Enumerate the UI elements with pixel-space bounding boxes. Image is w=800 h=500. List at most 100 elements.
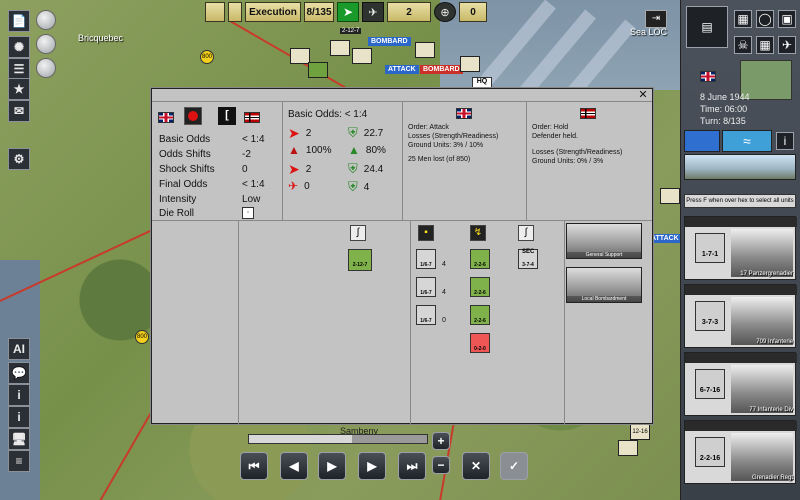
divider bbox=[152, 220, 652, 221]
unit-counter[interactable] bbox=[290, 48, 310, 64]
play-button[interactable]: ▶ bbox=[318, 452, 346, 480]
step-back-button[interactable]: ◀ bbox=[280, 452, 308, 480]
star-icon[interactable]: ★ bbox=[8, 78, 30, 100]
unit-card[interactable]: 2-2-16 Grenadier Regt bbox=[684, 420, 797, 484]
sliders-icon[interactable]: ≡ bbox=[8, 450, 30, 472]
unit-counter[interactable] bbox=[460, 56, 480, 72]
report-icon[interactable]: 💬 bbox=[8, 362, 30, 384]
shield-icon: ⛨ bbox=[348, 179, 358, 194]
envelope-icon[interactable]: ✉ bbox=[8, 100, 30, 122]
defender-unit-counter[interactable]: 1/6-7 bbox=[416, 277, 436, 297]
attack-value: 2 bbox=[305, 128, 312, 139]
zoom-plus-button[interactable]: + bbox=[432, 432, 450, 450]
men-lost: 25 Men lost (of 850) bbox=[408, 156, 471, 163]
mode-icon[interactable]: ✺ bbox=[8, 36, 30, 58]
menu-icon[interactable]: ☰ bbox=[8, 58, 30, 80]
defender-unit-counter[interactable]: 2-2-6 bbox=[470, 249, 490, 269]
unit-counter[interactable] bbox=[352, 48, 372, 64]
date-label: 8 June 1944 bbox=[700, 92, 750, 102]
bombard-tag: BOMBARD bbox=[368, 37, 411, 46]
grid-icon[interactable]: ▦ bbox=[734, 10, 752, 28]
info-icon[interactable]: i bbox=[776, 132, 794, 150]
close-icon[interactable]: ✕ bbox=[638, 90, 648, 101]
photo-caption: Local Bombardment bbox=[567, 296, 641, 302]
circle-icon[interactable]: ◯ bbox=[756, 10, 774, 28]
skip-to-start-button[interactable]: ⏮ bbox=[240, 452, 268, 480]
attacker-unit-counter[interactable]: 2-12-7 bbox=[348, 249, 372, 271]
unit-counter[interactable] bbox=[618, 440, 638, 456]
attack-value: 2 bbox=[305, 164, 312, 175]
defender-unit-counter[interactable]: 0-2-0 bbox=[470, 333, 490, 353]
info-alt-icon[interactable]: i bbox=[8, 406, 30, 428]
unit-counter[interactable] bbox=[330, 40, 350, 56]
aircraft-icon[interactable]: ✈ bbox=[362, 2, 384, 22]
unit-strength: 6-7-16 bbox=[695, 369, 725, 399]
skip-to-end-button[interactable]: ⏭ bbox=[398, 452, 426, 480]
support-photo[interactable]: General Support bbox=[566, 223, 642, 259]
unit-counter[interactable]: 12-16 bbox=[630, 424, 650, 440]
defender-unit-counter[interactable]: 1/6-7 bbox=[416, 305, 436, 325]
unit-strength: 3-7-3 bbox=[695, 301, 725, 331]
unit-name: Grenadier Regt bbox=[751, 475, 793, 481]
divider bbox=[410, 220, 411, 424]
unit-counter[interactable] bbox=[660, 188, 680, 204]
confirm-button[interactable]: ✓ bbox=[500, 452, 528, 480]
next-phase-button[interactable]: ➤ bbox=[337, 2, 359, 22]
supply-icon[interactable]: ▦ bbox=[756, 36, 774, 54]
step-forward-button[interactable]: ▶ bbox=[358, 452, 386, 480]
attacker-ground-units: Ground Units: 3% / 10% bbox=[408, 142, 484, 149]
attack-shock-row: ➤ 2 bbox=[288, 161, 311, 178]
defender-unit-counter[interactable]: 1/6-7 bbox=[416, 249, 436, 269]
combat-results-dialog: ✕ [ Basic Odds < 1:4 Odds Shifts -2 Shoc… bbox=[151, 88, 653, 424]
display-icon[interactable]: 🖥 bbox=[8, 428, 30, 450]
unit-counter[interactable] bbox=[308, 62, 328, 78]
defender-unit-counter[interactable]: 2-2-6 bbox=[470, 277, 490, 297]
zoom-minus-button[interactable]: − bbox=[432, 456, 450, 474]
divider bbox=[282, 102, 283, 220]
attacker-icon bbox=[184, 107, 202, 125]
crosshair-icon[interactable]: ⊕ bbox=[434, 2, 456, 22]
german-flag-icon bbox=[244, 111, 260, 123]
cancel-button[interactable]: ✕ bbox=[462, 452, 490, 480]
hex-number: 800 bbox=[200, 50, 214, 64]
zoom-mid-icon[interactable] bbox=[36, 34, 56, 54]
unit-counter[interactable] bbox=[415, 42, 435, 58]
document-icon[interactable]: 📄 bbox=[8, 10, 30, 32]
unit-strength: 1-7-1 bbox=[695, 233, 725, 263]
german-flag-icon bbox=[580, 107, 596, 119]
bombardment-photo[interactable]: Local Bombardment bbox=[566, 267, 642, 303]
defender-unit-counter[interactable]: 2-2-6 bbox=[470, 305, 490, 325]
top-bar: Execution 8/135 ➤ ✈ 2 ⊕ 0 bbox=[205, 2, 487, 24]
arrow-icon: ➤ bbox=[288, 125, 300, 141]
basic-odds-label: Basic Odds bbox=[159, 134, 211, 145]
unit-card[interactable]: 3-7-3 709 Infanterie bbox=[684, 284, 797, 348]
attack-air-row: ✈ 0 bbox=[288, 179, 310, 193]
artillery-icon: ▪ bbox=[418, 225, 434, 241]
uk-flag-icon bbox=[700, 70, 716, 82]
time-label: Time: 06:00 bbox=[700, 104, 748, 114]
defense-terrain-row: ⛨ 24.4 bbox=[348, 161, 383, 177]
exit-icon[interactable]: ⇥ bbox=[645, 10, 667, 28]
unit-card[interactable]: 1-7-1 17 Panzergrenadier bbox=[684, 216, 797, 280]
unit-list-icon[interactable]: ▤ bbox=[686, 6, 728, 48]
zoom-in-icon[interactable] bbox=[36, 10, 56, 30]
zoom-out-icon[interactable] bbox=[36, 58, 56, 78]
place-label: Bricquebec bbox=[78, 33, 124, 43]
unit-count: 4 bbox=[442, 289, 446, 296]
unit-strength: 2-2-16 bbox=[695, 437, 725, 467]
skull-icon[interactable]: ☠ bbox=[734, 36, 752, 54]
divider bbox=[564, 220, 565, 424]
intensity-value: Low bbox=[242, 194, 261, 205]
unit-card[interactable]: 6-7-16 77 Infanterie Div bbox=[684, 352, 797, 416]
info-icon[interactable]: i bbox=[8, 384, 30, 406]
ai-button[interactable]: AI bbox=[8, 338, 30, 360]
unit-count: 4 bbox=[442, 261, 446, 268]
defense-readiness-row: ▲ 80% bbox=[348, 143, 386, 157]
shield-icon: ⛨ bbox=[348, 161, 358, 176]
defender-ground-units: Ground Units: 0% / 3% bbox=[532, 158, 604, 165]
map-icon[interactable]: ▣ bbox=[778, 10, 796, 28]
settings-icon[interactable]: ⚙ bbox=[8, 148, 30, 170]
defense-value: 24.4 bbox=[363, 163, 384, 175]
replay-progress-bar[interactable] bbox=[248, 434, 428, 444]
aircraft-icon[interactable]: ✈ bbox=[778, 36, 796, 54]
